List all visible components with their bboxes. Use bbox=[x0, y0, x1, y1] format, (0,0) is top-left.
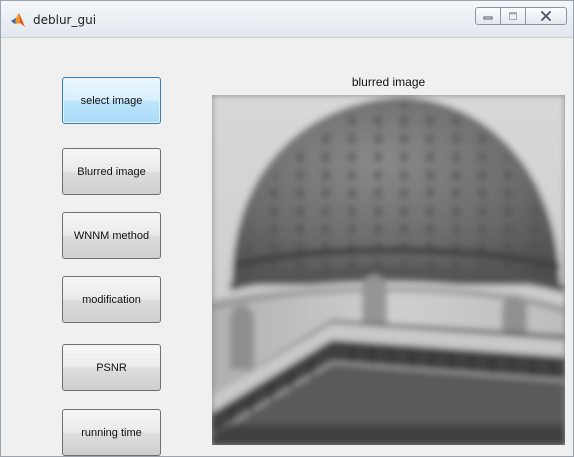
running-time-button[interactable]: running time bbox=[62, 409, 161, 456]
maximize-icon bbox=[509, 12, 517, 20]
window-controls bbox=[475, 7, 567, 27]
select-image-button[interactable]: select image bbox=[62, 77, 161, 124]
wnnm-method-button[interactable]: WNNM method bbox=[62, 212, 161, 259]
minimize-icon bbox=[483, 16, 493, 20]
maximize-button[interactable] bbox=[501, 7, 526, 25]
window-title: deblur_gui bbox=[33, 13, 97, 27]
blurred-image-axes bbox=[212, 95, 565, 445]
close-icon bbox=[541, 11, 551, 21]
matlab-icon bbox=[10, 12, 26, 28]
deblur-gui-window: deblur_gui select image Blurred image WN… bbox=[0, 0, 574, 457]
blurred-image-button[interactable]: Blurred image bbox=[62, 148, 161, 195]
modification-button[interactable]: modification bbox=[62, 276, 161, 323]
figure-client-area: select image Blurred image WNNM method m… bbox=[1, 38, 573, 456]
blurred-dome-image bbox=[212, 95, 565, 445]
psnr-button[interactable]: PSNR bbox=[62, 344, 161, 391]
axes-title: blurred image bbox=[351, 75, 426, 89]
title-bar[interactable]: deblur_gui bbox=[1, 1, 573, 38]
close-button[interactable] bbox=[526, 7, 567, 25]
minimize-button[interactable] bbox=[475, 7, 501, 25]
